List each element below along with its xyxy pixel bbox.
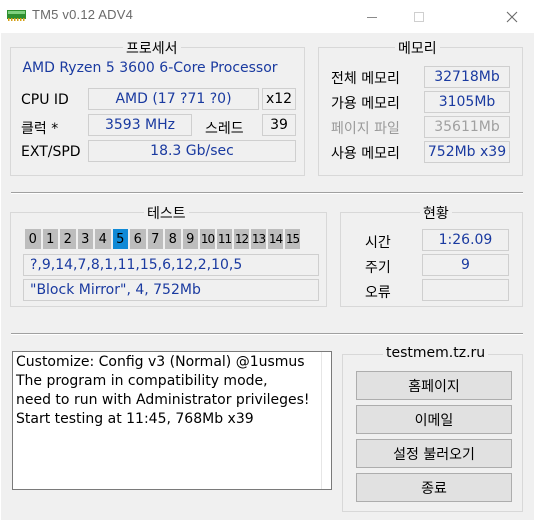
site-link[interactable]: testmem.tz.ru (383, 345, 489, 361)
ext-spd-label: EXT/SPD (21, 144, 81, 160)
processor-group-title: 프로세서 (123, 38, 181, 58)
minimize-icon (367, 16, 377, 18)
log-line: The program in compatibility mode, (16, 373, 268, 389)
test-number-cell: 13 (251, 229, 266, 249)
memory-chip-icon (7, 10, 26, 21)
clock-value: 3593 MHz (88, 114, 192, 136)
test-number-cell: 12 (234, 229, 249, 249)
test-number-cell: 8 (165, 229, 181, 249)
threads-label: 스레드 (205, 121, 244, 137)
test-number-cell: 1 (42, 229, 58, 249)
load-settings-button[interactable]: 설정 불러오기 (356, 439, 512, 468)
error-label: 오류 (365, 285, 391, 301)
log-output[interactable]: Customize: Config v3 (Normal) @1usmus The… (12, 351, 332, 490)
test-number-cell: 2 (60, 229, 76, 249)
test-number-cell: 9 (182, 229, 198, 249)
memory-group-title: 메모리 (395, 38, 440, 58)
maximize-button[interactable] (396, 0, 442, 33)
status-group: 현황 시간 1:26.09 주기 9 오류 (340, 203, 523, 307)
time-label: 시간 (365, 235, 391, 251)
test-number-cell: 10 (200, 229, 215, 249)
cpu-id-label: CPU ID (21, 92, 69, 108)
ext-spd-value: 18.3 Gb/sec (88, 140, 296, 162)
test-number-cell: 7 (147, 229, 163, 249)
dialog-body: 프로세서 AMD Ryzen 5 3600 6-Core Processor C… (1, 33, 534, 520)
test-number-cell: 0 (25, 229, 41, 249)
minimize-button[interactable] (349, 0, 395, 33)
exit-button[interactable]: 종료 (356, 473, 512, 502)
log-line: Customize: Config v3 (Normal) @1usmus (16, 354, 305, 370)
memory-row-value: 35611Mb (424, 116, 510, 138)
maximize-icon (414, 11, 424, 22)
window-title: TM5 v0.12 ADV4 (32, 7, 134, 22)
memory-row-label: 가용 메모리 (331, 96, 400, 112)
separator-top (11, 192, 523, 194)
status-group-title: 현황 (420, 203, 452, 223)
test-number-cell: 4 (95, 229, 111, 249)
cycle-label: 주기 (365, 260, 391, 276)
test-group-title: 테스트 (144, 203, 189, 223)
test-number-cell: 11 (217, 229, 232, 249)
test-number-strip: 0 1 2 3 4 5 6 7 8 9 10 11 12 13 14 15 (25, 229, 302, 249)
clock-label: 클럭 * (21, 121, 59, 137)
current-test: "Block Mirror", 4, 752Mb (23, 279, 319, 301)
memory-row-value: 32718Mb (424, 66, 510, 88)
test-sequence: ?,9,14,7,8,1,11,15,6,12,2,10,5 (23, 254, 319, 276)
log-line: need to run with Administrator privilege… (16, 392, 310, 408)
email-button[interactable]: 이메일 (356, 405, 512, 434)
test-number-cell: 6 (130, 229, 146, 249)
test-number-cell: 3 (77, 229, 93, 249)
cycle-value: 9 (422, 254, 509, 276)
close-icon (506, 11, 518, 22)
cpu-name: AMD Ryzen 5 3600 6-Core Processor (22, 60, 278, 76)
homepage-button[interactable]: 홈페이지 (356, 371, 512, 400)
memory-row-label: 사용 메모리 (331, 146, 400, 162)
error-value (422, 279, 509, 301)
memory-row-label: 전체 메모리 (331, 71, 400, 87)
memory-row-value: 752Mb x39 (424, 141, 510, 163)
log-scrollbar[interactable] (321, 352, 331, 489)
test-number-cell: 15 (285, 229, 300, 249)
memory-row-label: 페이지 파일 (331, 121, 400, 137)
test-number-cell: 14 (268, 229, 283, 249)
cpu-cores-value: x12 (262, 88, 296, 110)
threads-value: 39 (262, 114, 296, 136)
close-button[interactable] (489, 0, 535, 33)
time-value: 1:26.09 (422, 229, 509, 251)
test-number-cell: 5 (112, 229, 128, 249)
cpu-id-value: AMD (17 ?71 ?0) (88, 88, 259, 110)
title-bar[interactable]: TM5 v0.12 ADV4 (0, 0, 535, 33)
separator-bottom (11, 333, 523, 335)
memory-group: 메모리 전체 메모리 32718Mb 가용 메모리 3105Mb 페이지 파일 35611… (318, 38, 523, 176)
memory-row-value: 3105Mb (424, 91, 510, 113)
log-line: Start testing at 11:45, 768Mb x39 (16, 411, 254, 427)
processor-group: 프로세서 AMD Ryzen 5 3600 6-Core Processor C… (10, 38, 305, 176)
